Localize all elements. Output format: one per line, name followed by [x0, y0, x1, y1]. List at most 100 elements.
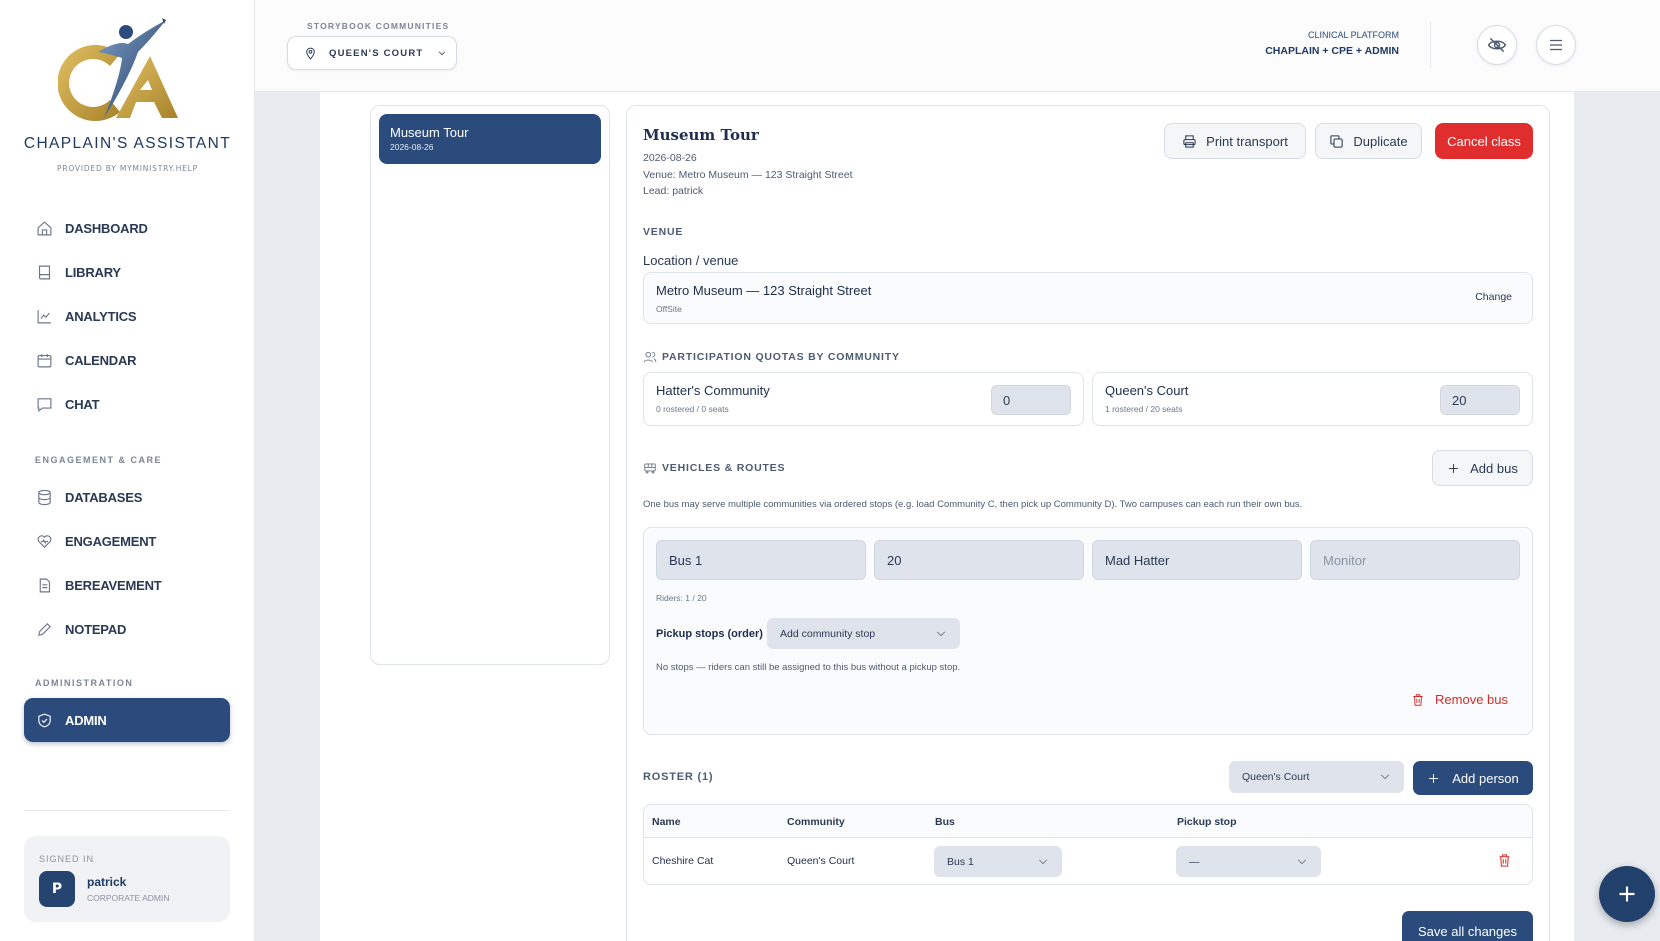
chevron-down-icon: [1381, 774, 1389, 780]
quota-community-name: Queen's Court: [1105, 383, 1189, 398]
print-label: Print transport: [1206, 133, 1288, 149]
venue-section-heading: VENUE: [643, 226, 684, 238]
nav-label: CHAT: [65, 396, 100, 412]
nav-library[interactable]: LIBRARY: [24, 252, 230, 292]
sidebar-divider: [24, 810, 230, 811]
home-icon: [37, 220, 52, 235]
plus-icon: [1429, 773, 1439, 783]
column-header: Bus: [935, 816, 955, 828]
nav-label: ADMIN: [65, 712, 107, 728]
platform-value: CHAPLAIN + CPE + ADMIN: [1265, 45, 1399, 57]
bus-card: Bus 1 20 Mad Hatter Monitor Riders: 1 / …: [643, 527, 1533, 735]
privacy-toggle-button[interactable]: [1477, 25, 1517, 65]
add-community-stop-select[interactable]: Add community stop: [767, 618, 960, 649]
nav-dashboard[interactable]: DASHBOARD: [24, 208, 230, 248]
pickup-stops-label: Pickup stops (order): [656, 628, 763, 640]
add-person-button[interactable]: Add person: [1413, 761, 1533, 795]
user-name: patrick: [87, 875, 127, 889]
nav-label: LIBRARY: [65, 264, 121, 280]
column-header: Community: [787, 816, 845, 828]
bus-monitor-input[interactable]: Monitor: [1310, 540, 1520, 580]
bus-name-input[interactable]: Bus 1: [656, 540, 866, 580]
class-list: Museum Tour 2026-08-26: [370, 105, 610, 665]
roster-community-select[interactable]: Queen's Court: [1229, 761, 1404, 793]
class-list-item[interactable]: Museum Tour 2026-08-26: [379, 114, 601, 164]
roster-community: Queen's Court: [787, 855, 855, 867]
venue-box: Metro Museum — 123 Straight Street OffSi…: [643, 272, 1533, 324]
nav-bereavement[interactable]: BEREAVEMENT: [24, 565, 230, 605]
delete-roster-row-button[interactable]: [1497, 853, 1512, 872]
floating-add-button[interactable]: [1599, 866, 1655, 922]
remove-bus-button[interactable]: Remove bus: [1411, 692, 1508, 707]
roster-filter-value: Queen's Court: [1242, 771, 1310, 783]
brand-name: CHAPLAIN'S ASSISTANT: [23, 135, 232, 152]
menu-button[interactable]: [1536, 25, 1576, 65]
nav-label: CALENDAR: [65, 352, 137, 368]
quota-input[interactable]: 0: [991, 385, 1071, 415]
quota-input[interactable]: 20: [1440, 385, 1520, 415]
brand-subtitle: PROVIDED BY MYMINISTRY.HELP: [57, 164, 198, 173]
roster-name: Cheshire Cat: [652, 855, 714, 867]
nav-notepad[interactable]: NOTEPAD: [24, 609, 230, 649]
topbar: STORYBOOK COMMUNITIES QUEEN'S COURT CLIN…: [255, 0, 1660, 92]
nav-analytics[interactable]: ANALYTICS: [24, 296, 230, 336]
nav-chat[interactable]: CHAT: [24, 384, 230, 424]
nav-label: DATABASES: [65, 489, 143, 505]
bus-icon: [644, 463, 656, 474]
community-value: QUEEN'S COURT: [329, 47, 424, 59]
user-role: CORPORATE ADMIN: [87, 893, 170, 903]
roster-bus-select[interactable]: Bus 1: [934, 846, 1062, 877]
cancel-class-button[interactable]: Cancel class: [1435, 123, 1533, 159]
class-name: Museum Tour: [390, 125, 469, 140]
database-icon: [38, 489, 51, 505]
class-date-line: 2026-08-26: [643, 152, 697, 164]
nav-label: BEREAVEMENT: [65, 577, 162, 593]
community-select[interactable]: QUEEN'S COURT: [287, 36, 457, 70]
copy-icon: [1330, 134, 1344, 148]
quotas-section-heading: PARTICIPATION QUOTAS BY COMMUNITY: [643, 350, 900, 364]
chevron-down-icon: [1039, 859, 1047, 864]
avatar: P: [39, 871, 75, 907]
quota-stats: 1 rostered / 20 seats: [1105, 404, 1183, 414]
quota-card-hatters: Hatter's Community 0 rostered / 0 seats …: [643, 372, 1084, 426]
nav-engagement[interactable]: ENGAGEMENT: [24, 521, 230, 561]
nav-section-engagement: ENGAGEMENT & CARE: [35, 455, 163, 465]
vehicles-description: One bus may serve multiple communities v…: [643, 499, 1303, 510]
roster-pickup-value: —: [1189, 855, 1200, 868]
duplicate-button[interactable]: Duplicate: [1315, 123, 1422, 159]
print-transport-button[interactable]: Print transport: [1164, 123, 1306, 159]
chart-icon: [37, 309, 51, 323]
nav-databases[interactable]: DATABASES: [24, 477, 230, 517]
chaplains-assistant-logo: [58, 18, 178, 121]
nav-label: DASHBOARD: [65, 220, 148, 236]
trash-icon: [1499, 854, 1510, 867]
nav-admin[interactable]: ADMIN: [24, 698, 230, 742]
bus-riders-count: Riders: 1 / 20: [656, 593, 707, 603]
nav-label: ENGAGEMENT: [65, 533, 157, 549]
add-bus-label: Add bus: [1470, 460, 1518, 476]
roster-table: Name Community Bus Pickup stop Cheshire …: [643, 804, 1533, 885]
signed-in-label: SIGNED IN: [39, 854, 95, 864]
signed-in-card[interactable]: SIGNED IN P patrick CORPORATE ADMIN: [24, 836, 230, 922]
location-label: Location / venue: [643, 253, 739, 268]
class-detail-panel: Museum Tour 2026-08-26 Venue: Metro Muse…: [626, 105, 1550, 941]
add-bus-button[interactable]: Add bus: [1432, 450, 1533, 486]
platform-label: CLINICAL PLATFORM: [1307, 30, 1399, 40]
roster-pickup-select[interactable]: —: [1176, 846, 1321, 877]
change-venue-link[interactable]: Change: [1475, 291, 1512, 303]
quota-card-queens-court: Queen's Court 1 rostered / 20 seats 20: [1092, 372, 1533, 426]
pickup-select-value: Add community stop: [780, 627, 876, 640]
remove-bus-label: Remove bus: [1435, 692, 1508, 707]
chevron-down-icon: [1298, 859, 1306, 864]
column-header: Name: [652, 816, 681, 828]
chevron-down-icon: [937, 631, 945, 636]
quota-stats: 0 rostered / 0 seats: [656, 404, 729, 414]
bus-driver-input[interactable]: Mad Hatter: [1092, 540, 1302, 580]
class-lead-line: Lead: patrick: [643, 185, 704, 197]
bus-capacity-input[interactable]: 20: [874, 540, 1084, 580]
no-stops-note: No stops — riders can still be assigned …: [656, 662, 961, 673]
save-all-changes-button[interactable]: Save all changes: [1402, 911, 1533, 941]
book-icon: [38, 265, 51, 279]
roster-table-header: Name Community Bus Pickup stop: [644, 805, 1532, 838]
nav-calendar[interactable]: CALENDAR: [24, 340, 230, 380]
